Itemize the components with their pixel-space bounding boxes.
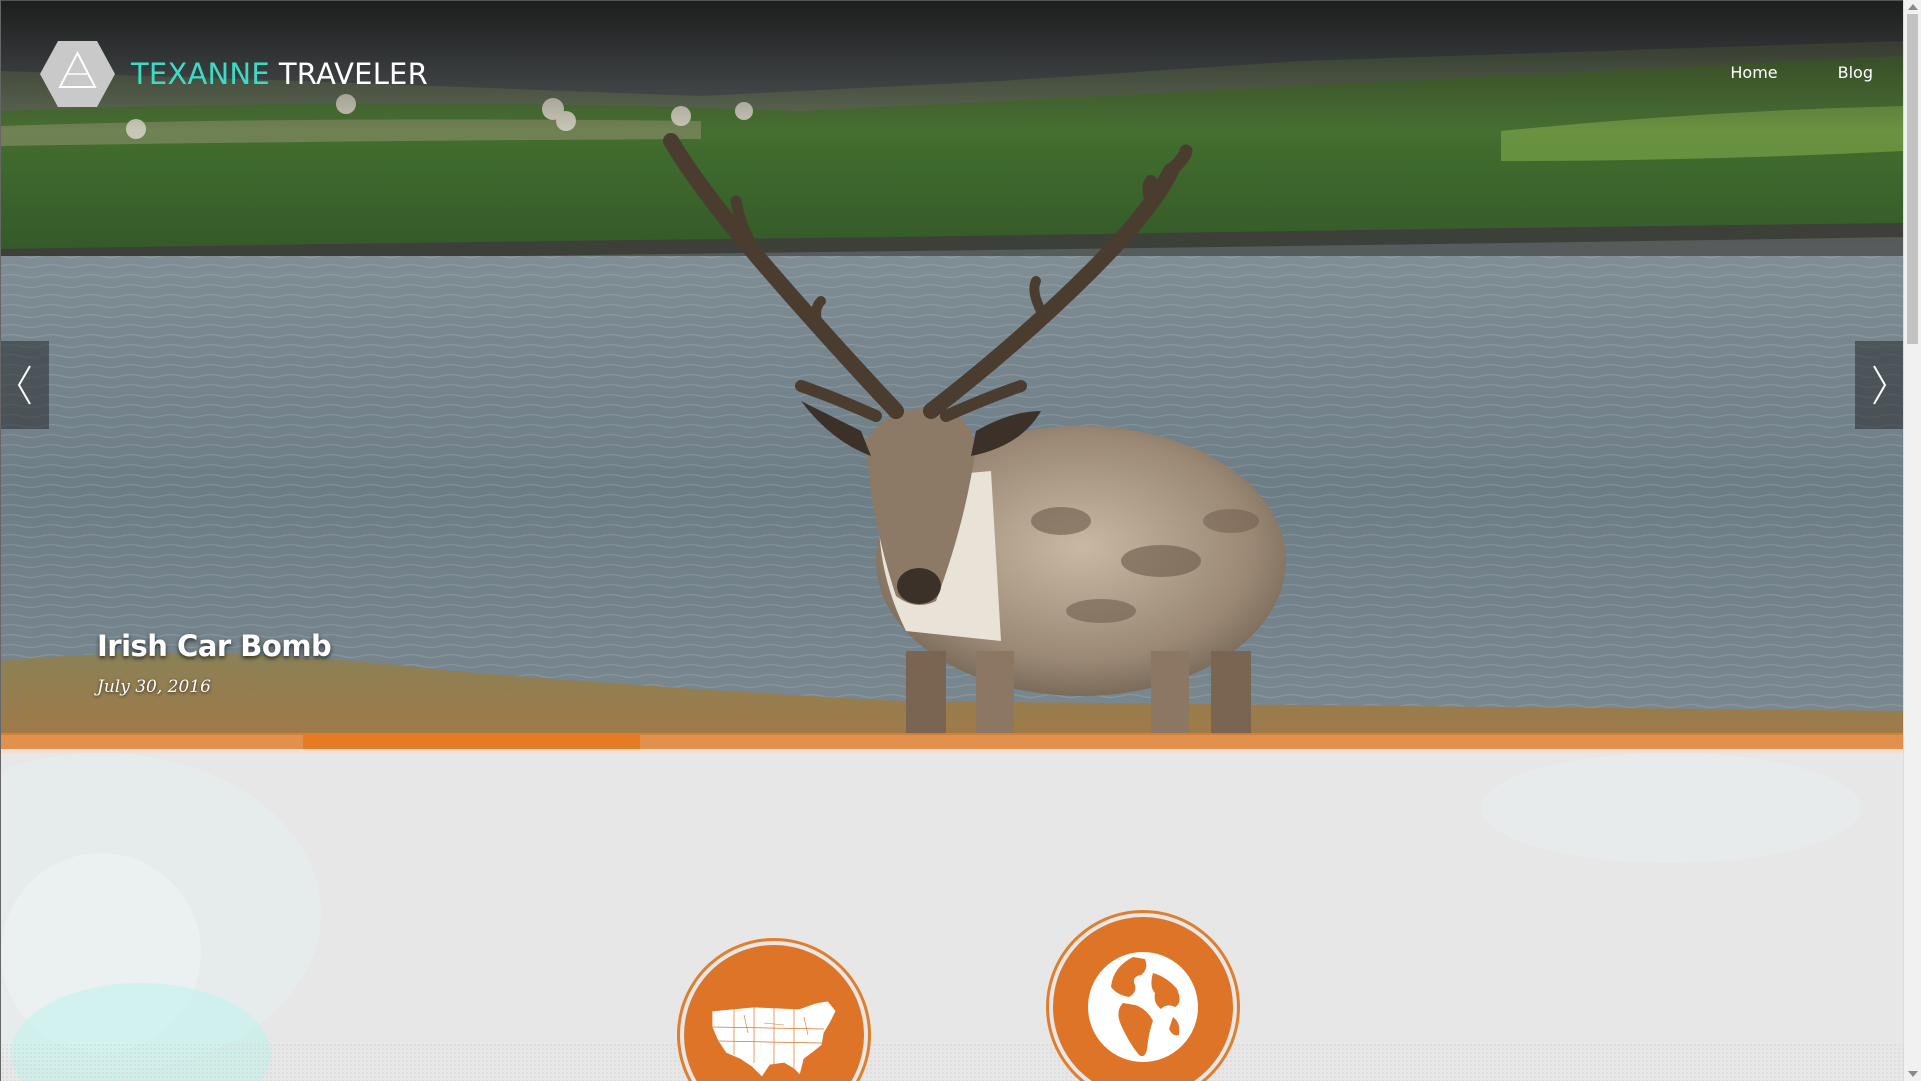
main-nav: Home Blog xyxy=(1730,63,1873,82)
usa-map-icon xyxy=(711,1000,837,1078)
hero-slider: TEXANNE TRAVELER Home Blog Irish Car Bomb… xyxy=(1,1,1903,735)
slide-date: July 30, 2016 xyxy=(97,677,211,697)
dotted-texture xyxy=(1,1043,1903,1081)
nav-blog-link[interactable]: Blog xyxy=(1838,63,1873,82)
site-title-main: TRAVELER xyxy=(278,57,428,91)
slider-progress-indicator xyxy=(303,733,640,749)
feature-usa[interactable] xyxy=(684,945,864,1081)
scrollbar-thumb[interactable] xyxy=(1907,14,1918,344)
slide-title[interactable]: Irish Car Bomb xyxy=(97,629,332,663)
vertical-scrollbar[interactable] xyxy=(1903,0,1921,1081)
scroll-up-arrow-icon[interactable] xyxy=(1908,4,1918,10)
chevron-right-icon xyxy=(1873,365,1887,405)
features-section xyxy=(1,753,1903,1081)
slider-progress-bar xyxy=(1,733,1903,749)
triangle-hexagon-logo-icon xyxy=(40,41,115,107)
globe-icon xyxy=(1086,950,1200,1064)
site-title: TEXANNE TRAVELER xyxy=(131,57,428,91)
slider-prev-button[interactable] xyxy=(1,341,49,429)
chevron-left-icon xyxy=(17,365,31,405)
slide-caption: Irish Car Bomb July 30, 2016 xyxy=(97,629,332,697)
scroll-down-arrow-icon[interactable] xyxy=(1908,1071,1918,1077)
page: TEXANNE TRAVELER Home Blog Irish Car Bomb… xyxy=(1,1,1903,1081)
background-shape xyxy=(1481,753,1861,863)
site-title-accent: TEXANNE xyxy=(131,57,270,91)
nav-home-link[interactable]: Home xyxy=(1730,63,1777,82)
slider-next-button[interactable] xyxy=(1855,341,1903,429)
feature-world[interactable] xyxy=(1053,917,1233,1081)
brand-link[interactable]: TEXANNE TRAVELER xyxy=(39,39,428,109)
